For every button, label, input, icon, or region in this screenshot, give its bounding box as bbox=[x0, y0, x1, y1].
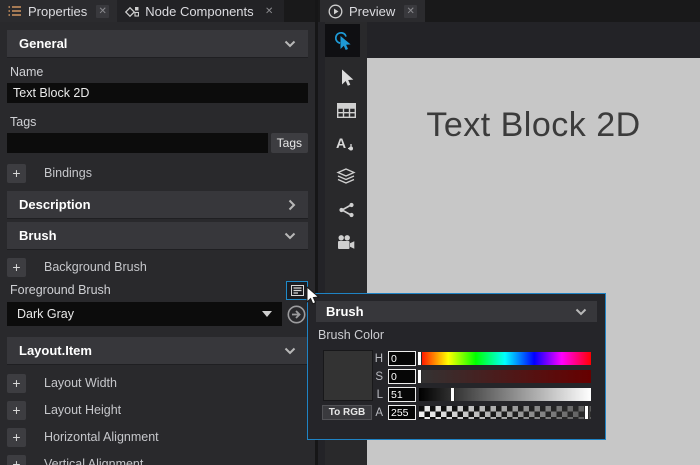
left-tabbar: Properties ✕ Node Components ✕ bbox=[0, 0, 315, 22]
layout-height-row: + Layout Height bbox=[7, 400, 308, 420]
hue-row: H bbox=[308, 351, 605, 367]
section-description[interactable]: Description bbox=[7, 191, 308, 219]
name-label: Name bbox=[7, 65, 308, 79]
bindings-label: Bindings bbox=[41, 166, 92, 180]
add-background-brush-button[interactable]: + bbox=[7, 258, 26, 277]
tab-preview[interactable]: Preview ✕ bbox=[320, 0, 425, 22]
svg-text:A: A bbox=[336, 135, 346, 151]
name-input[interactable] bbox=[7, 83, 308, 103]
layers-tool-button[interactable] bbox=[329, 160, 364, 193]
camera-tool-button[interactable] bbox=[329, 226, 364, 259]
brush-color-label: Brush Color bbox=[318, 328, 605, 342]
hue-input[interactable] bbox=[388, 351, 416, 366]
section-general[interactable]: General bbox=[7, 30, 308, 58]
select-cursor-icon bbox=[336, 68, 356, 88]
popup-brush-title: Brush bbox=[326, 304, 364, 319]
vertical-alignment-label: Vertical Alignment bbox=[41, 457, 143, 465]
open-brush-editor-button[interactable] bbox=[286, 281, 308, 300]
chevron-down-icon bbox=[575, 308, 587, 316]
tab-node-components[interactable]: Node Components ✕ bbox=[117, 0, 283, 22]
horizontal-alignment-label: Horizontal Alignment bbox=[41, 430, 159, 444]
properties-list-icon bbox=[8, 5, 22, 17]
alpha-input[interactable] bbox=[388, 405, 416, 420]
lightness-slider-marker[interactable] bbox=[450, 387, 455, 402]
hue-label: H bbox=[368, 353, 383, 365]
alpha-slider-marker[interactable] bbox=[584, 405, 589, 420]
alpha-label: A bbox=[368, 407, 383, 419]
tab-preview-label: Preview bbox=[349, 4, 395, 19]
connections-icon bbox=[338, 202, 355, 218]
foreground-brush-label: Foreground Brush bbox=[7, 283, 111, 297]
interact-cursor-icon bbox=[332, 30, 354, 52]
select-tool-button[interactable] bbox=[329, 61, 364, 94]
brush-editor-icon bbox=[291, 285, 304, 296]
chevron-right-icon bbox=[288, 199, 296, 211]
saturation-slider-marker[interactable] bbox=[417, 369, 422, 384]
go-to-arrow-icon bbox=[287, 305, 306, 324]
lightness-row: L bbox=[308, 387, 605, 403]
section-brush[interactable]: Brush bbox=[7, 222, 308, 250]
lightness-label: L bbox=[368, 389, 383, 401]
tab-preview-close-icon[interactable]: ✕ bbox=[404, 5, 417, 18]
tab-properties[interactable]: Properties ✕ bbox=[0, 0, 117, 22]
section-general-label: General bbox=[19, 36, 67, 51]
lightness-slider[interactable] bbox=[419, 388, 591, 401]
layers-icon bbox=[336, 168, 356, 185]
section-brush-label: Brush bbox=[19, 228, 57, 243]
saturation-input[interactable] bbox=[388, 369, 416, 384]
alpha-row: A bbox=[308, 405, 605, 421]
preview-tabbar: Preview ✕ bbox=[318, 0, 700, 22]
tab-properties-label: Properties bbox=[28, 4, 87, 19]
tab-node-components-label: Node Components bbox=[145, 4, 253, 19]
grid-icon bbox=[337, 103, 356, 118]
saturation-row: S bbox=[308, 369, 605, 385]
grid-tool-button[interactable] bbox=[329, 94, 364, 127]
brush-color-popup: Brush Brush Color To RGB H S L bbox=[307, 293, 606, 440]
popup-section-brush[interactable]: Brush bbox=[316, 301, 597, 322]
play-circle-icon bbox=[328, 4, 343, 19]
node-components-icon bbox=[125, 5, 139, 18]
tab-node-components-close-icon[interactable]: ✕ bbox=[263, 5, 276, 18]
vertical-alignment-row: + Vertical Alignment bbox=[7, 454, 308, 465]
section-layout-item-label: Layout.Item bbox=[19, 343, 92, 358]
dropdown-caret-icon bbox=[262, 311, 272, 317]
foreground-brush-select[interactable]: Dark Gray bbox=[7, 302, 282, 326]
chevron-down-icon bbox=[284, 232, 296, 240]
hue-slider-marker[interactable] bbox=[417, 351, 422, 366]
tab-properties-close-icon[interactable]: ✕ bbox=[96, 5, 109, 18]
add-horizontal-alignment-button[interactable]: + bbox=[7, 428, 26, 447]
section-description-label: Description bbox=[19, 197, 91, 212]
add-layout-width-button[interactable]: + bbox=[7, 374, 26, 393]
tags-label: Tags bbox=[7, 115, 308, 129]
tags-button[interactable]: Tags bbox=[271, 133, 308, 153]
chevron-down-icon bbox=[284, 347, 296, 355]
add-binding-button[interactable]: + bbox=[7, 164, 26, 183]
connections-tool-button[interactable] bbox=[329, 193, 364, 226]
mouse-cursor bbox=[306, 286, 321, 307]
alpha-slider[interactable] bbox=[419, 406, 591, 419]
saturation-label: S bbox=[368, 371, 383, 383]
background-brush-label: Background Brush bbox=[41, 260, 147, 274]
go-to-brush-button[interactable] bbox=[284, 302, 308, 326]
lightness-input[interactable] bbox=[388, 387, 416, 402]
camera-icon bbox=[336, 234, 356, 251]
layout-width-label: Layout Width bbox=[41, 376, 117, 390]
layout-height-label: Layout Height bbox=[41, 403, 121, 417]
foreground-brush-value: Dark Gray bbox=[17, 307, 74, 321]
interact-tool-button[interactable] bbox=[325, 24, 360, 57]
text-tool-button[interactable]: A bbox=[329, 127, 364, 160]
properties-panel: Properties ✕ Node Components ✕ General bbox=[0, 0, 315, 465]
text-node-icon: A bbox=[336, 135, 356, 152]
saturation-slider[interactable] bbox=[419, 370, 591, 383]
layout-width-row: + Layout Width bbox=[7, 373, 308, 393]
hue-slider[interactable] bbox=[419, 352, 591, 365]
horizontal-alignment-row: + Horizontal Alignment bbox=[7, 427, 308, 447]
tags-input[interactable] bbox=[7, 133, 268, 153]
add-layout-height-button[interactable]: + bbox=[7, 401, 26, 420]
section-layout-item[interactable]: Layout.Item bbox=[7, 337, 308, 365]
add-vertical-alignment-button[interactable]: + bbox=[7, 455, 26, 465]
app-window: Properties ✕ Node Components ✕ General bbox=[0, 0, 700, 465]
chevron-down-icon bbox=[284, 40, 296, 48]
